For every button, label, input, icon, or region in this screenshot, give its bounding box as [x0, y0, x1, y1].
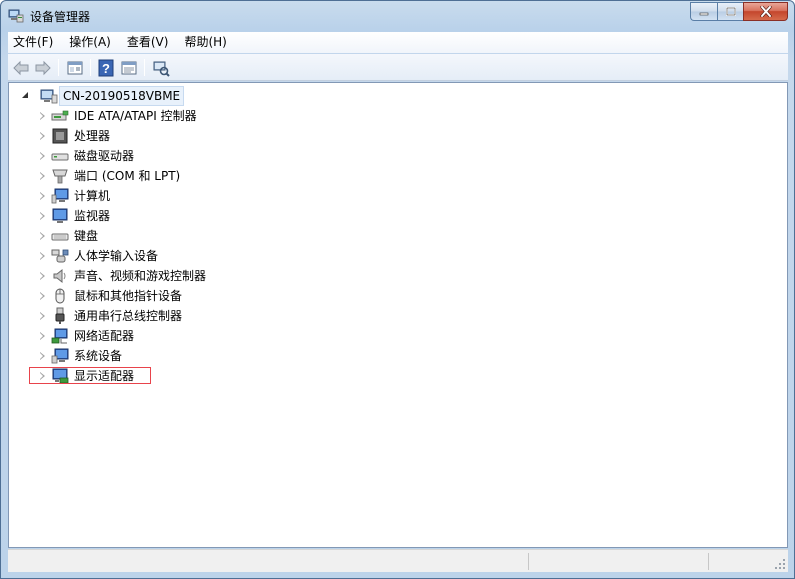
svg-text:?: ? — [102, 61, 110, 76]
computer-root-icon — [40, 89, 58, 104]
tree-node-label: 人体学输入设备 — [74, 249, 159, 263]
toolbar: ? — [8, 54, 788, 81]
tree-node-mouse[interactable]: 鼠标和其他指针设备 — [37, 286, 437, 306]
menu-action[interactable]: 操作(A) — [64, 33, 117, 52]
tree-node-label: 监视器 — [74, 209, 111, 223]
title-bar[interactable]: 设备管理器 — [1, 1, 794, 31]
sound-icon — [53, 268, 66, 284]
ide-controller-icon — [51, 110, 69, 121]
expand-arrow-icon[interactable] — [40, 112, 45, 120]
highlight-annotation — [29, 367, 151, 384]
show-hide-tree-button[interactable] — [65, 58, 85, 78]
expand-arrow-icon[interactable] — [40, 152, 45, 160]
forward-button[interactable] — [33, 58, 53, 78]
device-manager-window: 设备管理器 文件(F) 操作(A) 查看(V) 帮助(H) ? CN-20190… — [0, 0, 795, 579]
tree-node-label: 系统设备 — [74, 349, 123, 363]
scan-hardware-icon — [153, 61, 170, 77]
collapse-arrow-icon[interactable] — [22, 92, 28, 98]
toolbar-separator — [144, 59, 145, 76]
maximize-button[interactable] — [717, 2, 743, 21]
status-bar — [8, 549, 788, 572]
tree-node-keyboard[interactable]: 键盘 — [37, 226, 437, 246]
tree-node-computer[interactable]: 计算机 — [37, 186, 437, 206]
show-hide-tree-icon — [67, 61, 83, 75]
back-button[interactable] — [11, 58, 31, 78]
tree-node-disk[interactable]: 磁盘驱动器 — [37, 146, 437, 166]
caption-buttons — [690, 2, 788, 21]
status-pane — [708, 553, 709, 570]
mouse-icon — [55, 288, 65, 304]
expand-arrow-icon[interactable] — [40, 132, 45, 140]
system-devices-icon — [51, 348, 69, 364]
tree-node-usb[interactable]: 通用串行总线控制器 — [37, 306, 437, 326]
device-manager-icon — [8, 9, 24, 23]
monitor-icon — [52, 208, 68, 223]
port-icon — [52, 169, 68, 184]
expand-arrow-icon[interactable] — [40, 232, 45, 240]
menu-bar: 文件(F) 操作(A) 查看(V) 帮助(H) — [8, 32, 788, 53]
menu-view[interactable]: 查看(V) — [122, 33, 175, 52]
keyboard-icon — [51, 233, 69, 241]
expand-arrow-icon[interactable] — [40, 272, 45, 280]
status-pane — [528, 553, 529, 570]
tree-node-sound[interactable]: 声音、视频和游戏控制器 — [37, 266, 437, 286]
expand-arrow-icon[interactable] — [40, 192, 45, 200]
tree-node-label: 端口 (COM 和 LPT) — [74, 169, 181, 183]
minimize-icon — [699, 12, 709, 15]
tree-node-label: 声音、视频和游戏控制器 — [74, 269, 207, 283]
tree-node-label: IDE ATA/ATAPI 控制器 — [74, 109, 197, 123]
computer-name-label[interactable]: CN-20190518VBME — [59, 86, 185, 106]
toolbar-separator — [90, 59, 91, 76]
tree-node-label: 磁盘驱动器 — [74, 149, 135, 163]
expand-arrow-icon[interactable] — [40, 252, 45, 260]
usb-icon — [55, 307, 65, 324]
processor-icon — [52, 128, 68, 144]
computer-icon — [51, 188, 69, 204]
scan-hardware-button[interactable] — [151, 58, 171, 78]
tree-node-monitor[interactable]: 监视器 — [37, 206, 437, 226]
tree-node-ports[interactable]: 端口 (COM 和 LPT) — [37, 166, 437, 186]
tree-node-ide[interactable]: IDE ATA/ATAPI 控制器 — [37, 106, 437, 126]
expand-arrow-icon[interactable] — [40, 352, 45, 360]
properties-button[interactable] — [119, 58, 139, 78]
tree-node-label: 计算机 — [74, 189, 111, 203]
expand-arrow-icon[interactable] — [40, 172, 45, 180]
tree-node-label: 通用串行总线控制器 — [74, 309, 183, 323]
forward-icon — [35, 60, 51, 76]
device-tree-panel[interactable]: CN-20190518VBME IDE ATA/ATAPI 控制器 处理器 磁盘… — [8, 82, 788, 548]
network-adapter-icon — [51, 328, 68, 344]
disk-drive-icon — [51, 153, 69, 161]
minimize-button[interactable] — [690, 2, 717, 21]
maximize-icon — [725, 7, 736, 16]
tree-node-label: 键盘 — [74, 229, 99, 243]
tree-node-system[interactable]: 系统设备 — [37, 346, 437, 366]
resize-grip-icon[interactable] — [774, 558, 786, 570]
close-icon — [759, 6, 772, 17]
tree-node-label: 鼠标和其他指针设备 — [74, 289, 183, 303]
tree-node-processor[interactable]: 处理器 — [37, 126, 437, 146]
tree-node-network[interactable]: 网络适配器 — [37, 326, 437, 346]
hid-icon — [51, 249, 69, 263]
expand-arrow-icon[interactable] — [40, 292, 45, 300]
menu-file[interactable]: 文件(F) — [8, 33, 59, 52]
expand-arrow-icon[interactable] — [40, 332, 45, 340]
window-title: 设备管理器 — [30, 10, 91, 24]
menu-help[interactable]: 帮助(H) — [179, 33, 232, 52]
expand-arrow-icon[interactable] — [40, 312, 45, 320]
help-icon: ? — [98, 59, 114, 77]
help-button[interactable]: ? — [96, 58, 116, 78]
expand-arrow-icon[interactable] — [40, 212, 45, 220]
tree-node-label: 网络适配器 — [74, 329, 135, 343]
back-icon — [13, 60, 29, 76]
tree-node-label: 处理器 — [74, 129, 111, 143]
tree-node-hid[interactable]: 人体学输入设备 — [37, 246, 437, 266]
close-button[interactable] — [743, 2, 788, 21]
toolbar-separator — [58, 59, 59, 76]
properties-icon — [121, 61, 137, 75]
